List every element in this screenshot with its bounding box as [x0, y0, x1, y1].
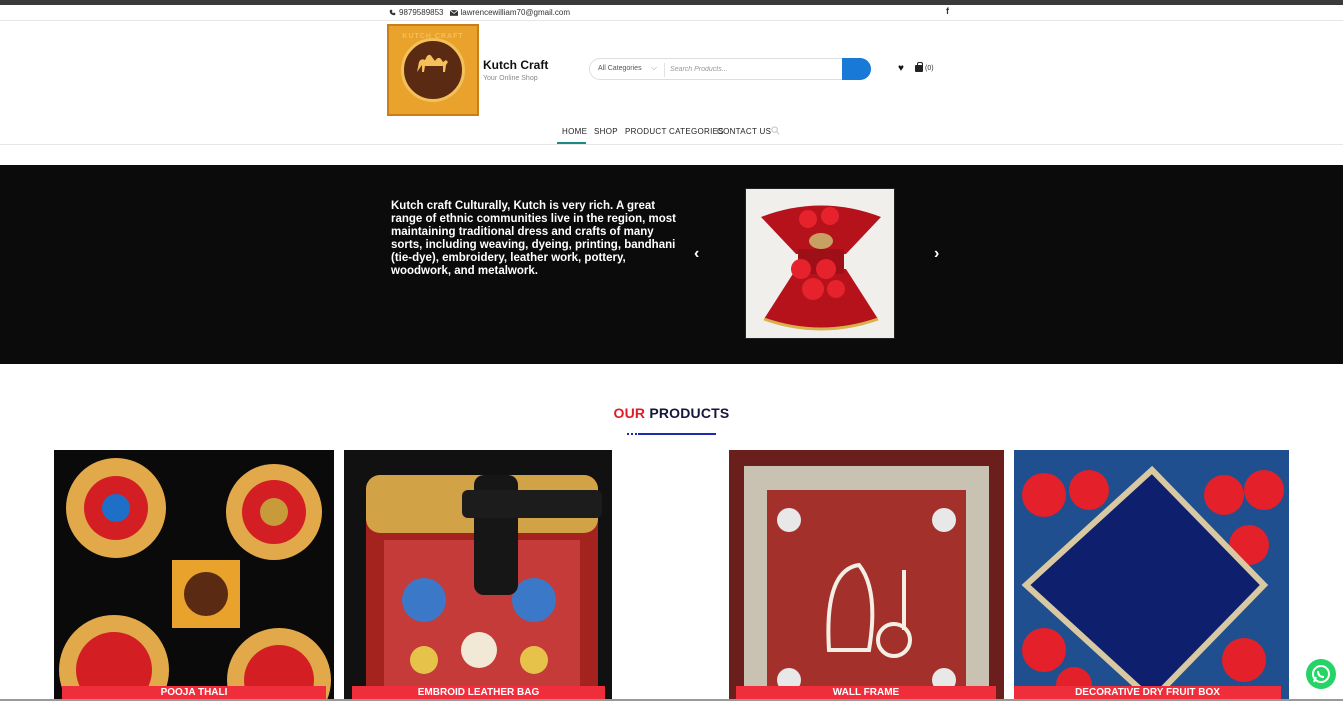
nav-active-indicator — [557, 142, 586, 144]
contact-info: 9879589853 lawrencewilliam70@gmail.com — [389, 8, 570, 17]
site-name[interactable]: Kutch Craft — [483, 58, 548, 72]
title-underline — [638, 433, 716, 435]
phone-number: 9879589853 — [399, 8, 444, 17]
product-search: All Categories ⌵ — [589, 58, 871, 80]
section-title: OUR PRODUCTS — [0, 405, 1343, 421]
site-tagline: Your Online Shop — [483, 75, 538, 82]
search-button[interactable] — [842, 58, 871, 80]
category-select[interactable]: All Categories — [598, 65, 642, 72]
camel-icon — [389, 48, 477, 83]
search-divider — [664, 63, 665, 77]
phone-contact[interactable]: 9879589853 — [389, 8, 444, 17]
product-image — [344, 450, 612, 701]
top-bar: 9879589853 lawrencewilliam70@gmail.com f — [0, 5, 1343, 21]
section-title-accent: OUR — [613, 405, 646, 421]
site-logo[interactable]: KUTCH CRAFT — [387, 24, 479, 116]
nav-item-shop[interactable]: SHOP — [594, 127, 618, 136]
title-dots — [627, 433, 637, 435]
nav-item-contact-us[interactable]: CONTACT US — [717, 127, 771, 136]
search-icon — [852, 64, 859, 72]
section-title-main: PRODUCTS — [649, 405, 730, 421]
product-card[interactable]: POOJA THALI — [54, 450, 334, 701]
brand-block: Kutch Craft Your Online Shop — [483, 58, 548, 82]
logo-text: KUTCH CRAFT — [402, 33, 464, 40]
phone-icon — [389, 9, 396, 16]
nav-item-product-categories[interactable]: PRODUCT CATEGORIES — [625, 127, 724, 136]
product-card[interactable]: EMBROID LEATHER BAG — [344, 450, 612, 701]
product-image — [1014, 450, 1289, 701]
search-input[interactable] — [670, 62, 840, 77]
main-navigation: HOME SHOP PRODUCT CATEGORIES CONTACT US — [0, 121, 1343, 145]
cart-count: (0) — [925, 65, 934, 72]
hero-text: Kutch craft Culturally, Kutch is very ri… — [391, 200, 676, 277]
slider-next-button[interactable]: › — [934, 245, 939, 263]
hero-slider: Kutch craft Culturally, Kutch is very ri… — [0, 165, 1343, 364]
email-contact[interactable]: lawrencewilliam70@gmail.com — [449, 8, 571, 17]
whatsapp-icon — [1312, 665, 1330, 683]
nav-search-icon[interactable] — [771, 126, 780, 137]
envelope-icon — [449, 9, 458, 16]
email-address: lawrencewilliam70@gmail.com — [460, 8, 571, 17]
shopping-bag-icon — [915, 62, 923, 72]
facebook-icon[interactable]: f — [946, 6, 949, 16]
product-image — [729, 450, 1004, 701]
heart-icon[interactable]: ♥ — [898, 63, 904, 74]
product-image — [54, 450, 334, 701]
whatsapp-button[interactable] — [1306, 659, 1336, 689]
hero-image — [745, 188, 895, 339]
chevron-down-icon[interactable]: ⌵ — [651, 63, 657, 73]
product-card[interactable]: WALL FRAME — [729, 450, 1004, 701]
nav-item-home[interactable]: HOME — [562, 127, 587, 136]
product-card[interactable]: DECORATIVE DRY FRUIT BOX — [1014, 450, 1289, 701]
cart-button[interactable]: (0) — [915, 62, 934, 72]
slider-prev-button[interactable]: ‹ — [694, 245, 699, 263]
